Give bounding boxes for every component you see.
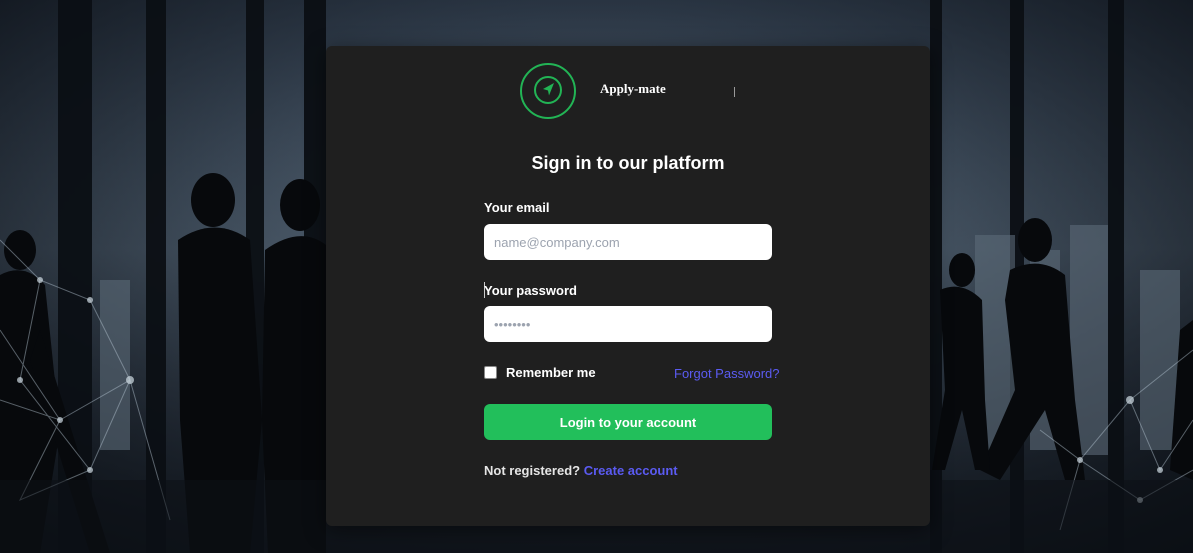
remember-me: Remember me	[484, 365, 596, 380]
password-label: Your password	[484, 283, 577, 298]
email-label: Your email	[484, 200, 550, 215]
brand-logo	[520, 63, 576, 119]
navigation-arrow-icon	[534, 76, 562, 104]
password-input[interactable]	[484, 306, 772, 342]
login-button[interactable]: Login to your account	[484, 404, 772, 440]
brand-text-cursor	[734, 87, 735, 97]
email-input[interactable]	[484, 224, 772, 260]
remember-me-label: Remember me	[506, 365, 596, 380]
forgot-password-link[interactable]: Forgot Password?	[674, 366, 780, 381]
brand-name: Apply-mate	[600, 81, 666, 96]
register-row: Not registered? Create account	[484, 463, 678, 478]
create-account-link[interactable]: Create account	[584, 463, 678, 478]
register-prompt: Not registered?	[484, 463, 581, 478]
page-title: Sign in to our platform	[531, 153, 725, 173]
remember-me-checkbox[interactable]	[484, 366, 497, 379]
login-card: Apply-mate Sign in to our platform Your …	[326, 46, 930, 526]
